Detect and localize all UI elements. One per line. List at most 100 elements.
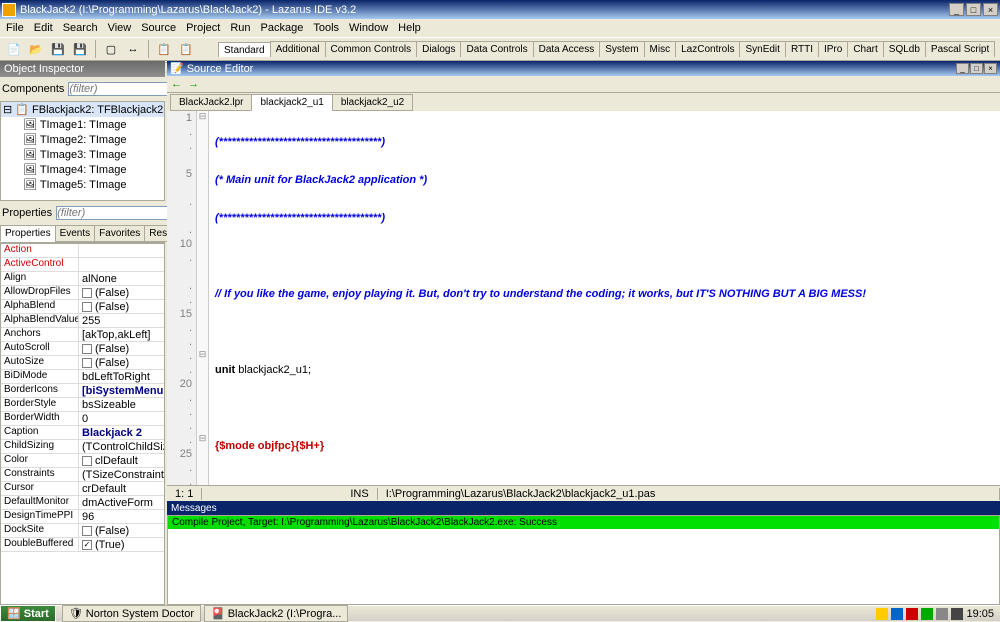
windows-taskbar: 🪟 Start 🛡 Norton System Doctor 🎴 BlackJa… (0, 605, 1000, 621)
palette-tab-sqldb[interactable]: SQLdb (883, 41, 926, 57)
window-title: BlackJack2 (I:\Programming\Lazarus\Black… (20, 4, 356, 16)
src-maximize-button[interactable]: □ (970, 63, 983, 74)
palette-tab-system[interactable]: System (599, 41, 644, 57)
nav-fwd-button[interactable]: → (188, 78, 199, 90)
object-inspector-pane: Object Inspector Components ✕ ⊟ 📋 FBlack… (0, 61, 165, 605)
cursor-pos: 1: 1 (167, 488, 202, 500)
menu-file[interactable]: File (6, 22, 24, 34)
palette-tab-ipro[interactable]: IPro (818, 41, 848, 57)
oi-tab-properties[interactable]: Properties (0, 225, 56, 242)
palette-tab-laz[interactable]: LazControls (675, 41, 740, 57)
palette-tab-pascal[interactable]: Pascal Script (925, 41, 995, 57)
maximize-button[interactable]: □ (966, 3, 981, 16)
messages-panel[interactable]: Compile Project, Target: I:\Programming\… (167, 515, 1000, 605)
tray-icon[interactable] (936, 608, 948, 620)
main-toolbar: 📄 📂 💾 💾 ▢ ↔ 📋 📋 Standard Additional Comm… (0, 37, 1000, 61)
prop-row[interactable]: AutoScroll(False) (1, 342, 164, 356)
tray-icon[interactable] (906, 608, 918, 620)
tray-icon[interactable] (951, 608, 963, 620)
palette-tab-datactrl[interactable]: Data Controls (460, 41, 533, 57)
prop-row[interactable]: AlignalNone (1, 272, 164, 286)
compile-success-message[interactable]: Compile Project, Target: I:\Programming\… (168, 516, 999, 529)
open-button[interactable]: 📂 (26, 39, 46, 59)
oi-tab-events[interactable]: Events (55, 225, 96, 242)
prop-row[interactable]: Anchors[akTop,akLeft] (1, 328, 164, 342)
close-button[interactable]: × (983, 3, 998, 16)
palette-tab-additional[interactable]: Additional (270, 41, 326, 57)
start-button[interactable]: 🪟 Start (0, 605, 56, 622)
taskbar-item[interactable]: 🛡 Norton System Doctor (62, 605, 201, 622)
menu-view[interactable]: View (108, 22, 132, 34)
tree-item[interactable]: 🖼 TImage3: TImage (1, 147, 164, 162)
palette-tab-common[interactable]: Common Controls (325, 41, 418, 57)
save-button[interactable]: 💾 (48, 39, 68, 59)
palette-tab-misc[interactable]: Misc (644, 41, 677, 57)
palette-tab-synedit[interactable]: SynEdit (739, 41, 785, 57)
menu-project[interactable]: Project (186, 22, 220, 34)
nav-back-button[interactable]: ← (171, 78, 182, 90)
tab-lpr[interactable]: BlackJack2.lpr (170, 94, 252, 111)
tray-icon[interactable] (876, 608, 888, 620)
new-unit-button[interactable]: 📄 (4, 39, 24, 59)
prop-row[interactable]: CaptionBlackjack 2 (1, 426, 164, 440)
menu-search[interactable]: Search (63, 22, 98, 34)
prop-row[interactable]: BorderWidth0 (1, 412, 164, 426)
prop-row[interactable]: BiDiModebdLeftToRight (1, 370, 164, 384)
fold-gutter[interactable]: ⊟⊟⊟ (197, 111, 209, 485)
view-units-button[interactable]: 📋 (154, 39, 174, 59)
oi-tab-favorites[interactable]: Favorites (94, 225, 145, 242)
prop-row[interactable]: BorderStylebsSizeable (1, 398, 164, 412)
palette-tab-dialogs[interactable]: Dialogs (416, 41, 461, 57)
palette-tab-standard[interactable]: Standard (218, 42, 271, 57)
prop-row[interactable]: BorderIcons[biSystemMenu (1, 384, 164, 398)
menu-window[interactable]: Window (349, 22, 388, 34)
oi-title: Object Inspector (0, 61, 165, 77)
tab-u2[interactable]: blackjack2_u2 (332, 94, 413, 111)
tree-item[interactable]: 🖼 TImage4: TImage (1, 162, 164, 177)
prop-row[interactable]: AutoSize(False) (1, 356, 164, 370)
palette-tab-dataacc[interactable]: Data Access (533, 41, 601, 57)
file-path: I:\Programming\Lazarus\BlackJack2\blackj… (378, 488, 1000, 500)
prop-row[interactable]: DefaultMonitordmActiveForm (1, 496, 164, 510)
prop-row[interactable]: ChildSizing(TControlChildSizin (1, 440, 164, 454)
prop-row[interactable]: AlphaBlend(False) (1, 300, 164, 314)
src-close-button[interactable]: × (984, 63, 997, 74)
menu-package[interactable]: Package (261, 22, 304, 34)
prop-row[interactable]: AlphaBlendValue255 (1, 314, 164, 328)
prop-row[interactable]: DoubleBuffered✓(True) (1, 538, 164, 552)
new-form-button[interactable]: ▢ (101, 39, 121, 59)
prop-row[interactable]: DockSite(False) (1, 524, 164, 538)
prop-row[interactable]: DesignTimePPI96 (1, 510, 164, 524)
view-forms-button[interactable]: 📋 (176, 39, 196, 59)
menu-edit[interactable]: Edit (34, 22, 53, 34)
prop-row[interactable]: CursorcrDefault (1, 482, 164, 496)
tree-root[interactable]: ⊟ 📋 FBlackjack2: TFBlackjack2 (1, 102, 164, 117)
prop-row[interactable]: Action (1, 244, 164, 258)
app-icon (2, 3, 16, 17)
property-grid[interactable]: ActionActiveControlAlignalNoneAllowDropF… (0, 243, 165, 605)
prop-row[interactable]: ColorclDefault (1, 454, 164, 468)
src-minimize-button[interactable]: _ (956, 63, 969, 74)
menu-tools[interactable]: Tools (313, 22, 339, 34)
tray-icon[interactable] (921, 608, 933, 620)
menu-source[interactable]: Source (141, 22, 176, 34)
palette-tab-chart[interactable]: Chart (847, 41, 883, 57)
prop-row[interactable]: AllowDropFiles(False) (1, 286, 164, 300)
minimize-button[interactable]: _ (949, 3, 964, 16)
tree-item[interactable]: 🖼 TImage2: TImage (1, 132, 164, 147)
prop-row[interactable]: ActiveControl (1, 258, 164, 272)
tab-u1[interactable]: blackjack2_u1 (251, 94, 332, 111)
menu-help[interactable]: Help (398, 22, 421, 34)
tree-item[interactable]: 🖼 TImage5: TImage (1, 177, 164, 192)
taskbar-item[interactable]: 🎴 BlackJack2 (I:\Progra... (204, 605, 348, 622)
tree-item[interactable]: 🖼 TImage1: TImage (1, 117, 164, 132)
menu-run[interactable]: Run (230, 22, 250, 34)
tray-icon[interactable] (891, 608, 903, 620)
code-editor[interactable]: 1.. 5 . .10. ..15....20....25... ⊟⊟⊟ (**… (167, 111, 1000, 485)
prop-row[interactable]: Constraints(TSizeConstraints) (1, 468, 164, 482)
toggle-form-button[interactable]: ↔ (123, 39, 143, 59)
palette-tab-rtti[interactable]: RTTI (785, 41, 819, 57)
save-all-button[interactable]: 💾 (70, 39, 90, 59)
component-tree[interactable]: ⊟ 📋 FBlackjack2: TFBlackjack2 🖼 TImage1:… (0, 101, 165, 201)
code-content[interactable]: (**************************************)… (209, 111, 1000, 485)
